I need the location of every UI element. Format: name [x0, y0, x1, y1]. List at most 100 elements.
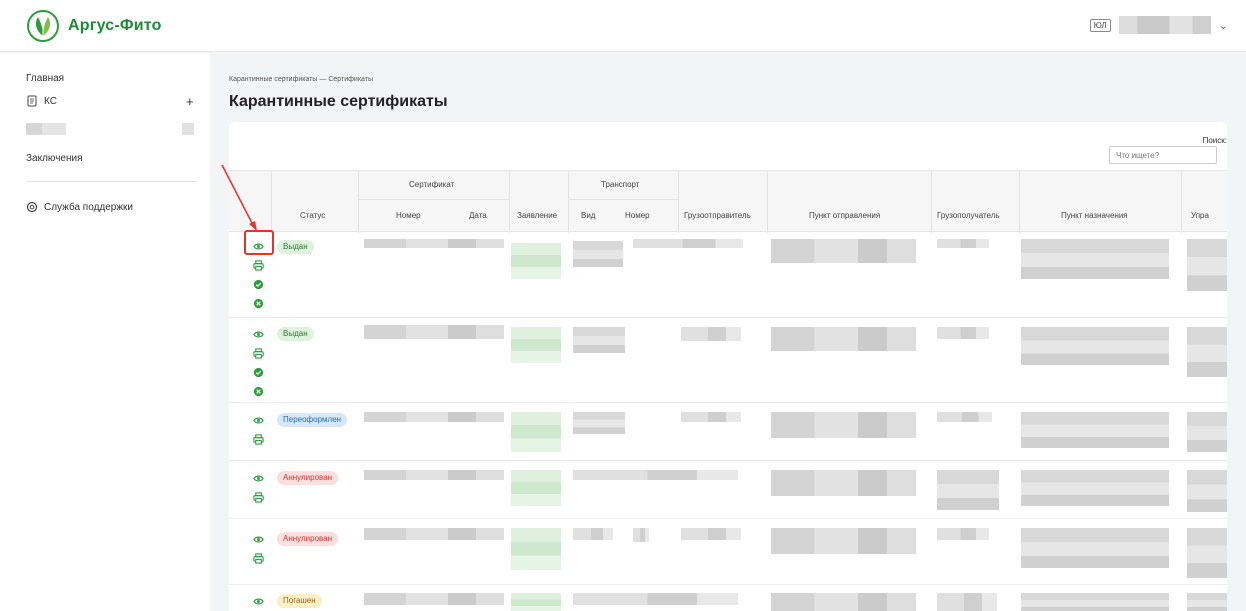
redacted-cell — [1187, 528, 1227, 578]
redacted-cell — [1187, 593, 1227, 611]
redacted-cell — [937, 239, 989, 248]
redacted-cell — [511, 412, 561, 452]
status-badge: Аннулирован — [277, 532, 339, 546]
redacted-cell — [1187, 412, 1227, 452]
redacted-cell — [364, 239, 504, 248]
printer-icon[interactable] — [252, 433, 264, 445]
redacted-cell — [771, 528, 916, 554]
top-bar: Аргус-Фито ЮЛ ⌄ — [0, 0, 1246, 52]
eye-icon[interactable] — [252, 595, 264, 607]
redacted-cell — [771, 470, 916, 496]
column-header-application[interactable]: Заявление — [517, 211, 557, 220]
table-row[interactable]: Переоформлен — [229, 404, 1227, 461]
sidebar-item-home[interactable]: Главная — [26, 73, 64, 84]
redacted-cell — [364, 470, 504, 480]
breadcrumb[interactable]: Карантинные сертификаты — Сертификаты — [229, 76, 373, 83]
redacted-cell — [1021, 593, 1169, 611]
table-row[interactable]: Аннулирован — [229, 520, 1227, 585]
column-header-consignee[interactable]: Грузополучатель — [937, 211, 1000, 220]
eye-icon[interactable] — [252, 414, 264, 426]
column-header-status[interactable]: Статус — [300, 211, 325, 220]
redacted-cell — [633, 239, 743, 248]
search-label: Поиск: — [1202, 136, 1227, 145]
status-badge: Переоформлен — [277, 413, 348, 427]
printer-icon[interactable] — [252, 491, 264, 503]
table-row[interactable]: Выдан — [229, 233, 1227, 318]
eye-icon[interactable] — [252, 533, 264, 545]
redacted-cell — [364, 593, 504, 605]
page-title: Карантинные сертификаты — [229, 93, 448, 110]
table-row[interactable]: Выдан — [229, 319, 1227, 403]
column-header-transport-number[interactable]: Номер — [625, 211, 650, 220]
column-header-date[interactable]: Дата — [469, 211, 487, 220]
column-header-manage[interactable]: Упра — [1191, 211, 1209, 220]
search-input[interactable] — [1109, 146, 1217, 164]
chevron-down-icon[interactable]: ⌄ — [1219, 19, 1228, 32]
redacted-cell — [1021, 528, 1169, 568]
support-icon — [26, 201, 38, 213]
document-icon — [27, 95, 37, 107]
status-badge: Аннулирован — [277, 471, 339, 485]
redacted-cell — [1021, 412, 1169, 448]
redacted-cell — [573, 241, 623, 267]
redacted-cell — [937, 412, 992, 422]
redacted-cell — [1021, 327, 1169, 365]
status-badge: Выдан — [277, 240, 314, 254]
redacted-cell — [937, 528, 989, 540]
redacted-cell — [937, 470, 999, 510]
redacted-cell — [1021, 470, 1169, 506]
redacted-cell — [364, 528, 504, 540]
column-header-number[interactable]: Номер — [396, 211, 421, 220]
redacted-cell — [771, 593, 916, 611]
redacted-cell — [511, 528, 561, 570]
printer-icon[interactable] — [252, 259, 264, 271]
redacted-cell — [1187, 470, 1227, 512]
column-header-kind[interactable]: Вид — [581, 211, 595, 220]
close-circle-icon[interactable] — [252, 385, 264, 397]
column-header-departure[interactable]: Пункт отправления — [809, 211, 880, 220]
app-logo[interactable]: Аргус-Фито — [26, 9, 162, 43]
eye-icon[interactable] — [252, 472, 264, 484]
close-circle-icon[interactable] — [252, 297, 264, 309]
sidebar-item-conclusions[interactable]: Заключения — [26, 153, 83, 164]
status-badge: Выдан — [277, 327, 314, 341]
redacted-cell — [937, 327, 989, 339]
sidebar: Главная КС + Заключения Служба поддержки — [0, 53, 210, 611]
printer-icon[interactable] — [252, 552, 264, 564]
status-badge: Погашен — [277, 594, 322, 608]
table-row[interactable]: Аннулирован — [229, 462, 1227, 519]
column-header-destination[interactable]: Пункт назначения — [1061, 211, 1128, 220]
group-header-transport: Транспорт — [601, 180, 640, 189]
sidebar-item-label: Главная — [26, 73, 65, 84]
table-row[interactable]: Погашен — [229, 586, 1227, 611]
column-header-shipper[interactable]: Грузоотправитель — [684, 211, 751, 220]
check-circle-icon[interactable] — [252, 278, 264, 290]
redacted-cell — [937, 593, 997, 611]
redacted-cell — [771, 327, 916, 351]
redacted-cell — [511, 243, 561, 279]
redacted-cell — [573, 593, 738, 605]
printer-icon[interactable] — [252, 347, 264, 359]
add-ks-button[interactable]: + — [186, 94, 194, 109]
redacted-cell — [1187, 327, 1227, 377]
group-header-certificate: Сертификат — [409, 180, 455, 189]
sidebar-item-support[interactable]: Служба поддержки — [26, 201, 133, 213]
redacted-cell — [681, 528, 741, 540]
sidebar-item-label: Служба поддержки — [44, 201, 134, 213]
sidebar-item-ks[interactable]: КС — [26, 95, 57, 107]
redacted-cell — [573, 470, 738, 480]
sidebar-item-label: Заключения — [26, 153, 83, 164]
redacted-cell — [1187, 239, 1227, 291]
redacted-cell — [511, 593, 561, 611]
eye-icon[interactable] — [252, 328, 264, 340]
table-header: Сертификат Транспорт Статус Номер Дата З… — [229, 170, 1227, 233]
redacted-cell — [573, 327, 625, 353]
redacted-cell — [364, 325, 504, 339]
redacted-cell — [511, 327, 561, 363]
user-menu[interactable]: ЮЛ ⌄ — [1089, 16, 1228, 34]
certificates-table-card: Поиск: Сертификат Транспорт Статус Номер… — [229, 122, 1227, 611]
user-name-redacted — [1118, 16, 1211, 34]
redacted-cell — [573, 412, 625, 434]
check-circle-icon[interactable] — [252, 366, 264, 378]
sidebar-item-redacted[interactable] — [26, 123, 66, 135]
